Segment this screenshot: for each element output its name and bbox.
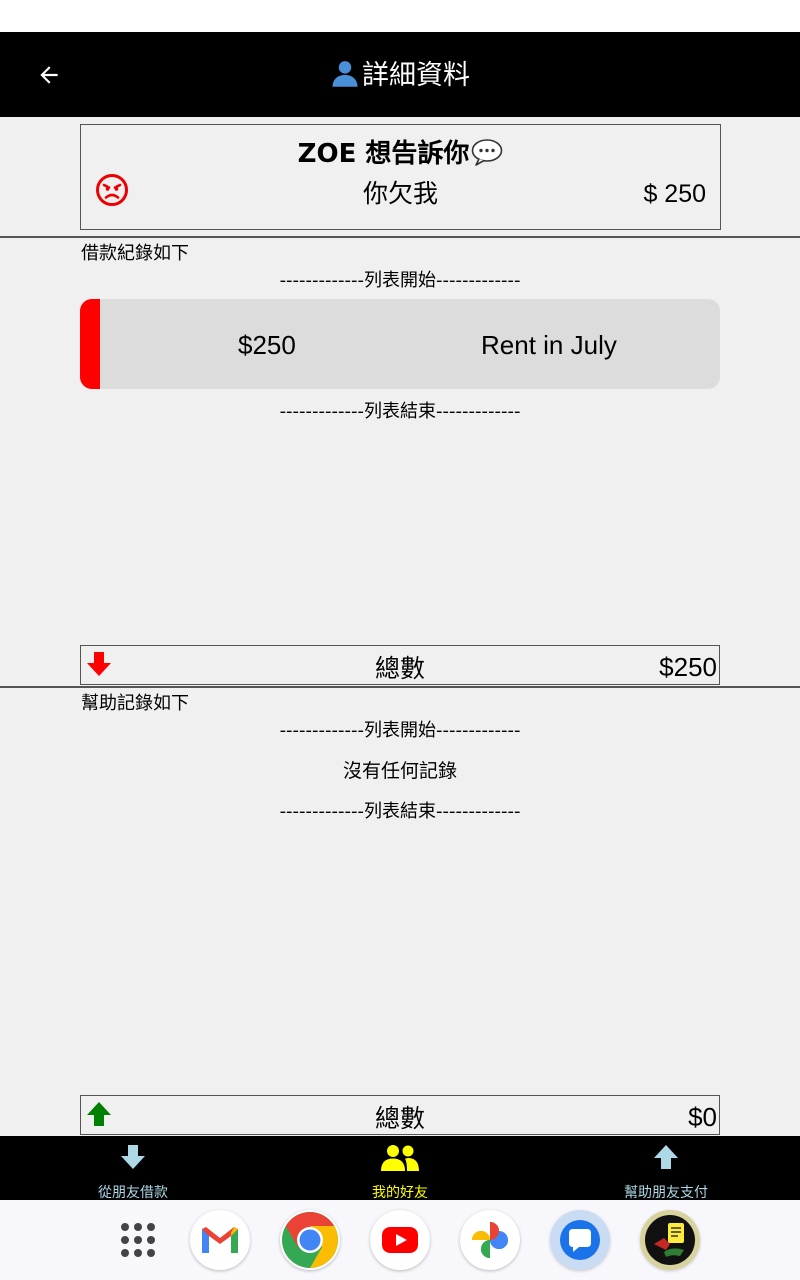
help-list-end: -------------列表結束------------- — [279, 801, 521, 822]
nav-borrow-from-friend[interactable]: 從朋友借款 — [60, 1136, 206, 1201]
message-card: ZOE 想告訴你 你欠我 $ 250 — [80, 124, 721, 230]
help-list-start: -------------列表開始------------- — [279, 720, 521, 741]
nav-help-friend-pay[interactable]: 幫助朋友支付 — [600, 1136, 732, 1201]
app-bar: 詳細資料 — [0, 32, 800, 117]
app-icon — [645, 1215, 695, 1265]
borrow-list-end: -------------列表結束------------- — [279, 401, 521, 422]
page-title-text: 詳細資料 — [362, 60, 470, 91]
youtube-icon — [382, 1227, 418, 1253]
owe-amount: $ 250 — [643, 180, 706, 208]
section-divider — [0, 236, 800, 238]
gmail-app[interactable] — [190, 1210, 250, 1270]
system-dock — [0, 1200, 800, 1280]
page-title: 詳細資料 — [0, 58, 800, 93]
help-section-label: 幫助記錄如下 — [81, 693, 189, 714]
loan-app[interactable] — [640, 1210, 700, 1270]
person-icon — [332, 61, 358, 87]
message-title-text: ZOE 想告訴你 — [297, 139, 470, 169]
help-total-value: $0 — [688, 1102, 717, 1132]
speech-bubble-icon — [472, 139, 503, 166]
chrome-icon — [282, 1212, 338, 1268]
youtube-app[interactable] — [370, 1210, 430, 1270]
record-accent-bar — [80, 299, 100, 389]
status-bar — [0, 0, 800, 32]
photos-app[interactable] — [460, 1210, 520, 1270]
borrow-section-label: 借款紀錄如下 — [81, 243, 189, 264]
borrow-list-start: -------------列表開始------------- — [279, 270, 521, 291]
message-title: ZOE 想告訴你 — [81, 137, 720, 171]
nav-my-friends[interactable]: 我的好友 — [330, 1136, 470, 1201]
record-amount: $250 — [238, 330, 296, 360]
help-total: 總數 $0 — [80, 1095, 720, 1135]
help-total-label: 總數 — [374, 1104, 425, 1133]
arrow-up-icon — [654, 1145, 678, 1169]
chrome-app[interactable] — [280, 1210, 340, 1270]
borrow-record[interactable]: $250 Rent in July — [80, 299, 720, 389]
gmail-icon — [202, 1227, 238, 1253]
people-icon — [381, 1145, 419, 1171]
messages-app[interactable] — [550, 1210, 610, 1270]
borrow-total-value: $250 — [659, 652, 717, 682]
section-divider — [0, 686, 800, 688]
app-drawer-icon — [121, 1223, 155, 1257]
borrow-total-label: 總數 — [374, 654, 425, 683]
bottom-navigation: 從朋友借款 我的好友 幫助朋友支付 — [0, 1136, 800, 1201]
record-note: Rent in July — [481, 330, 617, 360]
help-empty-text: 沒有任何記錄 — [342, 760, 457, 782]
photos-icon — [472, 1222, 508, 1258]
app-drawer-button[interactable] — [108, 1210, 168, 1270]
owe-status: 你欠我 — [362, 179, 438, 208]
borrow-total: 總數 $250 — [80, 645, 720, 685]
arrow-down-icon — [121, 1145, 145, 1169]
messages-icon — [560, 1220, 600, 1260]
